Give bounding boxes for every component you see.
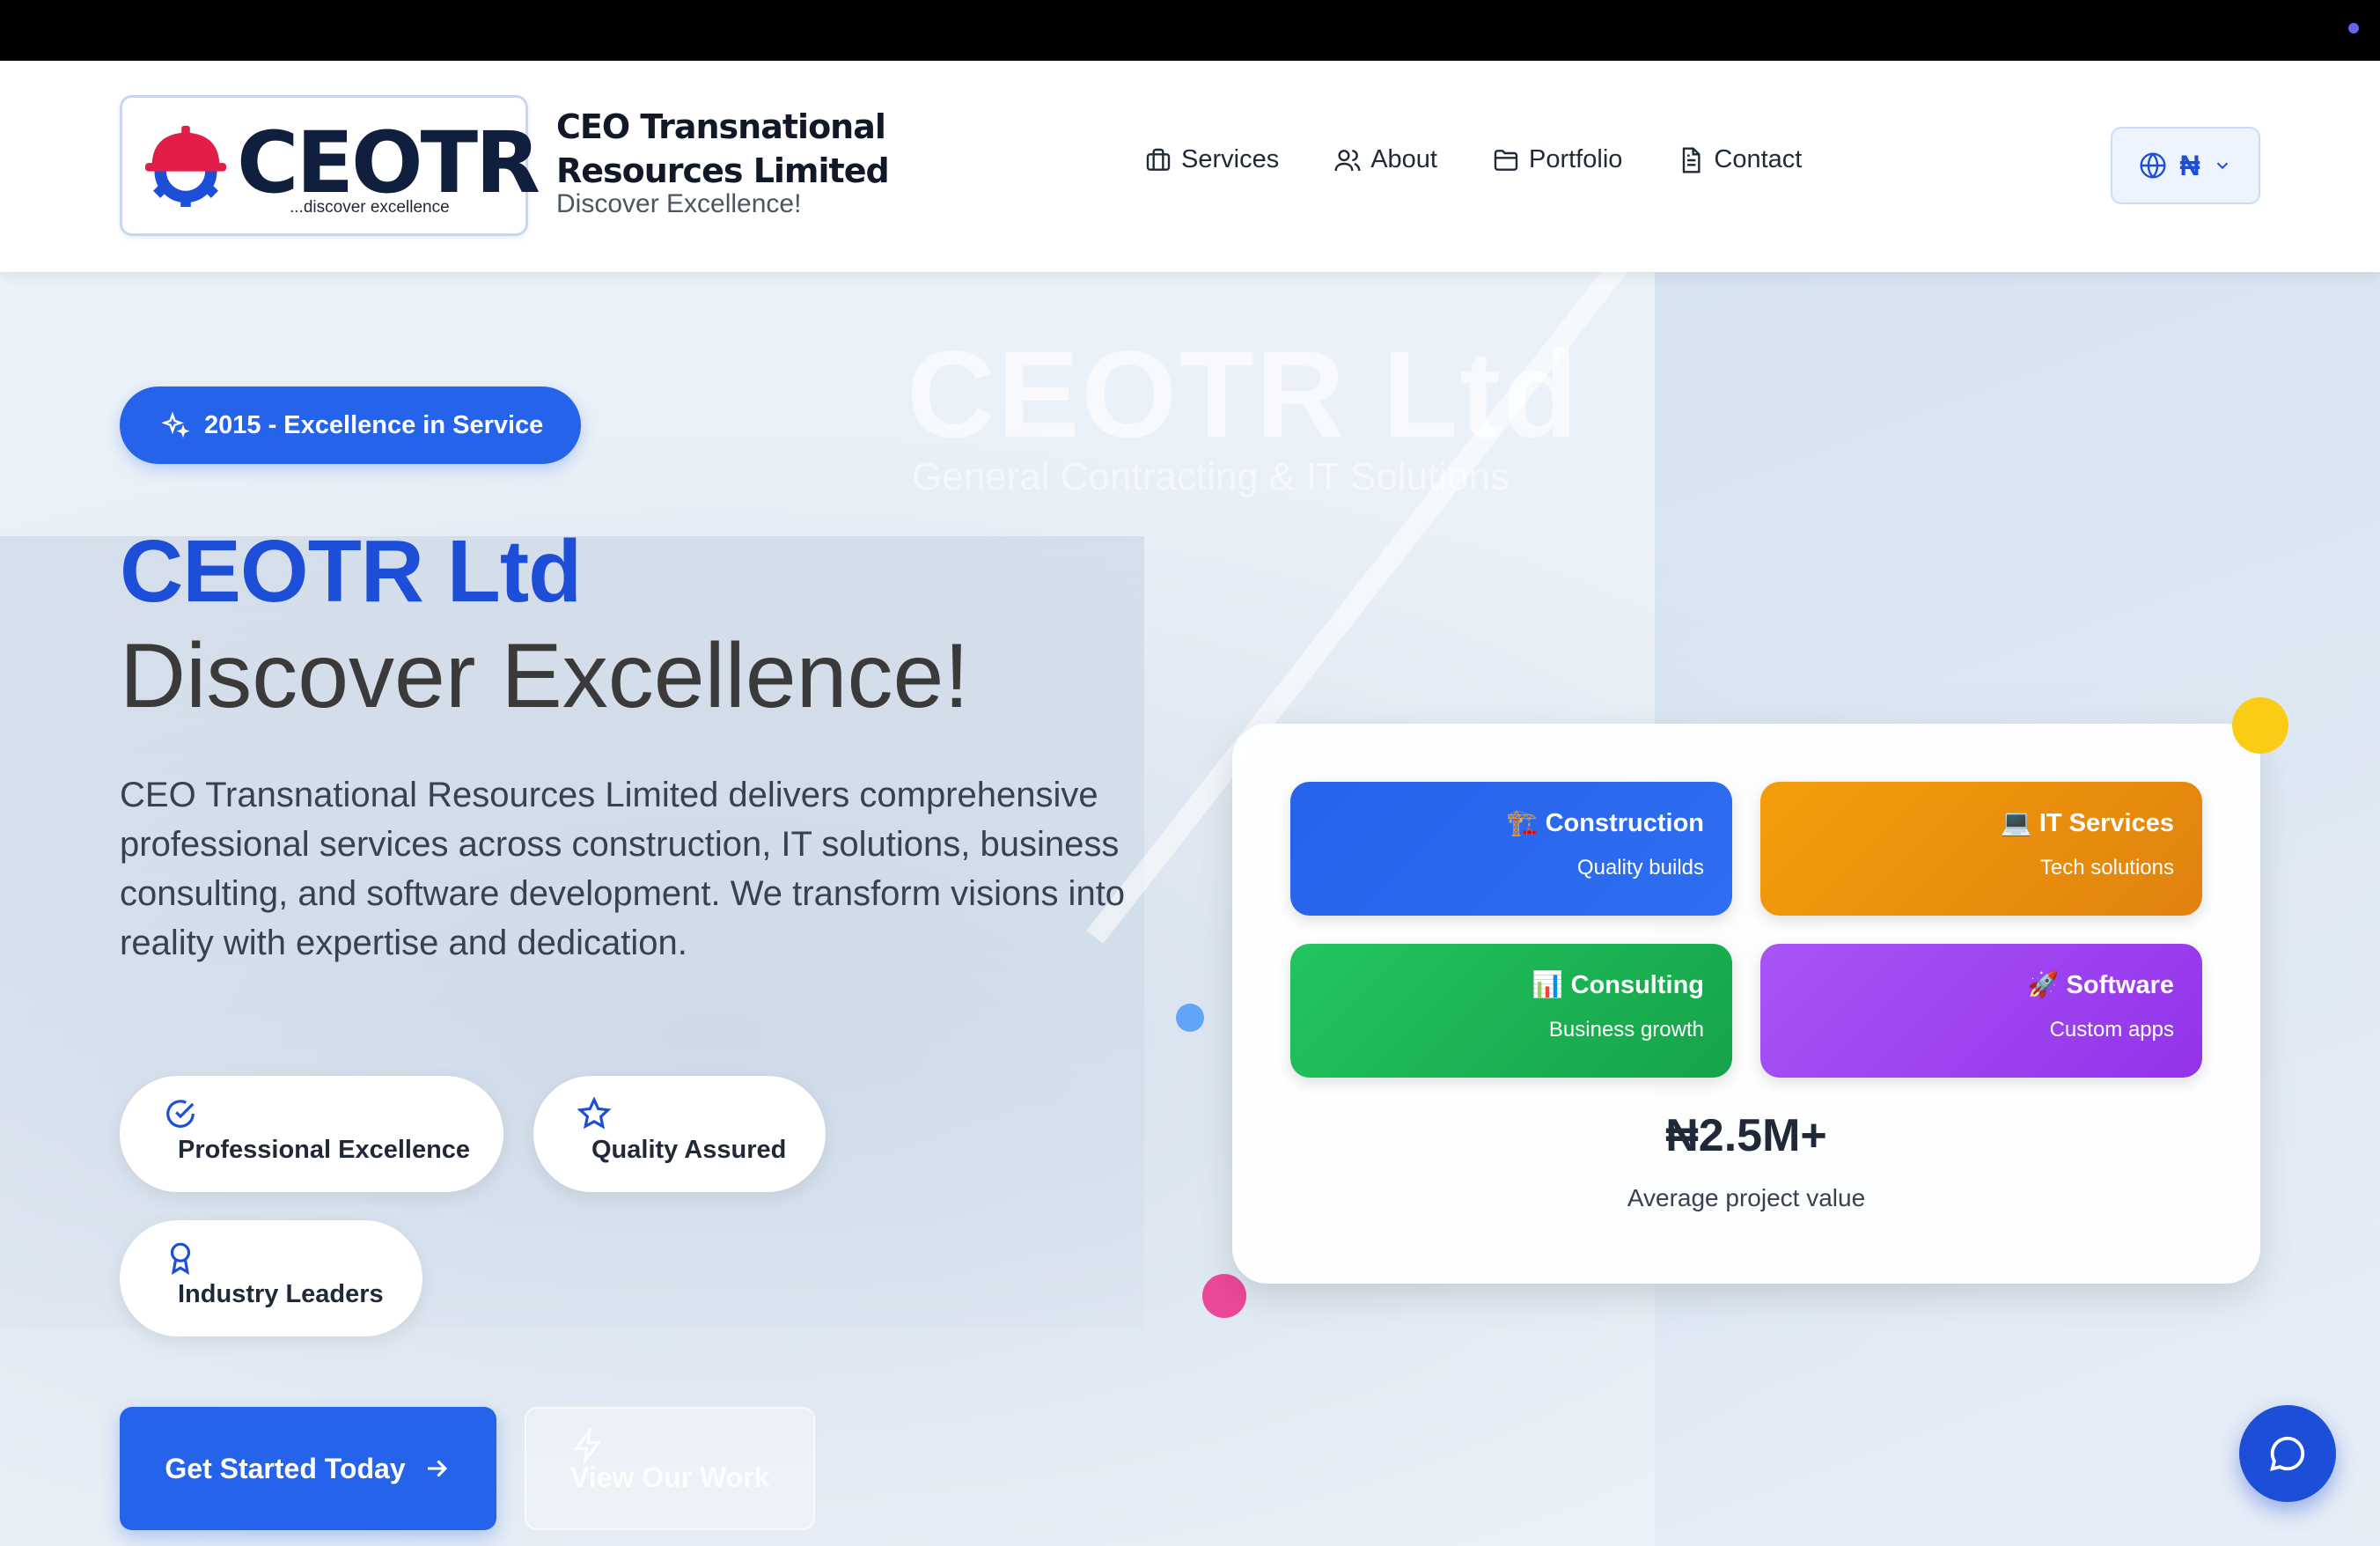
lightning-icon [573,1428,601,1463]
globe-icon [2140,152,2166,179]
hero-description: CEO Transnational Resources Limited deli… [120,776,1126,962]
nav-label: Portfolio [1529,145,1623,173]
document-icon [1683,146,1701,173]
feature-label: Industry Leaders [178,1280,384,1308]
indicator-dot [2348,23,2359,33]
tile-subtitle: Quality builds [1576,856,1704,880]
services-card: 🏗️ Construction Quality builds 💻 IT Serv… [1232,724,2260,1284]
company-name: CEO Transnational Resources Limited [556,107,890,190]
decorative-yellow-dot [2232,697,2288,754]
nav-item-about[interactable]: About [1333,145,1437,174]
cta-label: Get Started Today [165,1452,406,1484]
tile-subtitle: Custom apps [2049,1018,2174,1042]
award-icon [170,1242,191,1275]
main-nav: Services About Portfolio Contact [1144,145,1802,174]
tile-title: Construction [1545,809,1704,837]
feature-label: Quality Assured [591,1136,787,1164]
feature-industry-leaders: Industry Leaders [120,1220,422,1336]
site-header: CEOTR ...discover excellence CEO Transna… [0,61,2380,272]
hero-watermark-title: CEOTR Ltd [907,325,1580,463]
nav-item-services[interactable]: Services [1144,145,1279,174]
stat-value: ₦2.5M+ [1665,1110,1827,1161]
tile-title: IT Services [2038,809,2174,837]
nav-label: Contact [1714,145,1803,173]
nav-item-portfolio[interactable]: Portfolio [1492,145,1622,174]
check-circle-icon [166,1100,195,1128]
tile-title: Software [2066,971,2174,999]
logo-tagline: ...discover excellence [290,198,450,217]
established-badge: 2015 - Excellence in Service [120,386,581,464]
company-tagline: Discover Excellence! [556,189,802,218]
sparkles-icon [162,411,190,438]
hero-title: CEOTR Ltd [120,522,582,621]
tile-title: Consulting [1570,971,1704,999]
hero-watermark-subtitle: General Contracting & IT Solutions [912,455,1510,498]
tile-subtitle: Tech solutions [2039,856,2174,880]
feature-quality-assured: Quality Assured [533,1076,826,1192]
currency-symbol: ₦ [2179,149,2200,181]
tile-construction[interactable]: 🏗️ Construction Quality builds [1290,782,1732,916]
currency-language-selector[interactable]: ₦ [2111,127,2260,204]
decorative-blue-dot [1176,1004,1204,1032]
star-icon [577,1097,611,1130]
stat-label: Average project value [1627,1184,1866,1211]
browser-top-bar [0,0,2380,61]
nav-label: Services [1181,145,1280,173]
feature-label: Professional Excellence [178,1136,471,1164]
rocket-icon: 🚀 [2027,971,2060,999]
chat-bubble-icon [2270,1436,2305,1471]
logo[interactable]: CEOTR ...discover excellence [120,95,540,236]
decorative-pink-dot [1202,1274,1246,1318]
hero-subtitle: Discover Excellence! [120,625,970,727]
folder-icon [1494,149,1518,171]
view-our-work-button[interactable]: View Our Work [525,1407,815,1530]
feature-professional-excellence: Professional Excellence [120,1076,503,1192]
nav-label: About [1370,145,1437,173]
tile-software[interactable]: 🚀 Software Custom apps [1760,944,2202,1078]
construction-crane-icon: 🏗️ [1506,809,1539,837]
laptop-icon: 💻 [2000,809,2032,837]
badge-label: 2015 - Excellence in Service [204,410,544,439]
cta-label: View Our Work [570,1461,770,1493]
tile-subtitle: Business growth [1548,1018,1704,1042]
briefcase-icon [1146,148,1171,171]
helmet-gear-logo-icon [144,125,227,207]
tile-consulting[interactable]: 📊 Consulting Business growth [1290,944,1732,1078]
chevron-down-icon [2216,162,2228,170]
tile-it-services[interactable]: 💻 IT Services Tech solutions [1760,782,2202,916]
chat-button[interactable] [2239,1405,2336,1502]
users-icon [1334,149,1361,171]
get-started-button[interactable]: Get Started Today [120,1407,496,1530]
hero-section: CEOTR Ltd General Contracting & IT Solut… [0,272,2380,1546]
arrow-right-icon [427,1460,447,1477]
bar-chart-icon: 📊 [1532,971,1564,999]
nav-item-contact[interactable]: Contact [1677,145,1802,174]
